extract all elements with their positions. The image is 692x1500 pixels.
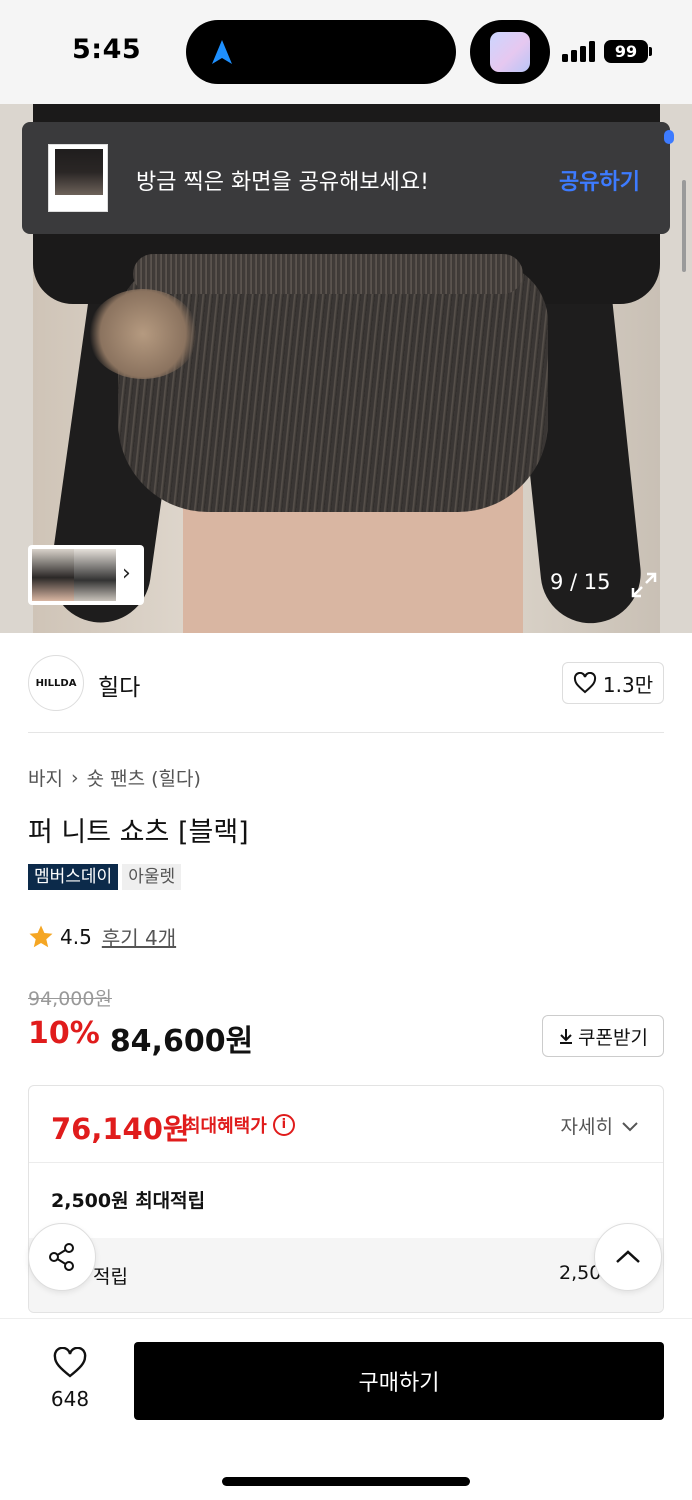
navigation-arrow-icon <box>212 40 232 64</box>
coupon-label: 쿠폰받기 <box>578 1026 648 1049</box>
chevron-up-icon <box>616 1250 640 1263</box>
divider <box>28 732 664 733</box>
buy-button[interactable]: 구매하기 <box>134 1342 664 1420</box>
detail-toggle[interactable]: 자세히 <box>561 1112 639 1139</box>
benefit-header[interactable]: 76,140원 최대혜택가 i 자세히 <box>29 1086 663 1163</box>
max-benefit-price: 76,140원 <box>51 1112 190 1146</box>
scroll-top-fab[interactable] <box>594 1223 662 1291</box>
reviews-link[interactable]: 후기 4개 <box>102 922 176 951</box>
home-indicator <box>222 1477 470 1486</box>
badge-list: 멤버스데이 아울렛 <box>28 864 182 890</box>
brand-like-count: 1.3만 <box>602 672 654 697</box>
sale-price: 84,600원 <box>109 1024 254 1059</box>
breadcrumb-subcategory[interactable]: 숏 팬츠 (힐다) <box>87 764 201 791</box>
badge-outlet: 아울렛 <box>122 864 182 890</box>
rating-score: 4.5 <box>60 924 92 949</box>
points-row: 적립 2,50 <box>29 1238 663 1312</box>
share-fab[interactable] <box>28 1223 96 1291</box>
screenshot-thumbnail <box>48 144 108 212</box>
thumbnail-image[interactable] <box>32 549 74 601</box>
brand-like-button[interactable]: 1.3만 <box>562 662 664 704</box>
status-bar: 5:45 99 <box>0 0 692 104</box>
breadcrumb-category[interactable]: 바지 <box>28 764 63 791</box>
battery-indicator: 99 <box>604 40 648 63</box>
app-thumbnail-icon <box>490 32 530 72</box>
points-row-label: 적립 <box>93 1266 128 1288</box>
scroll-dot <box>664 130 674 144</box>
live-activity-pill <box>470 20 550 84</box>
benefit-box: 76,140원 최대혜택가 i 자세히 2,500원 최대적립 적립 2,50 <box>28 1085 664 1313</box>
expand-icon[interactable] <box>624 565 664 605</box>
chevron-right-icon: › <box>122 561 131 586</box>
wishlist-button[interactable]: 648 <box>40 1346 100 1411</box>
detail-label: 자세히 <box>560 1116 613 1138</box>
brand-name[interactable]: 힐다 <box>98 668 140 702</box>
gallery-counter: 9 / 15 <box>550 570 611 594</box>
discount-rate: 10% <box>28 1016 100 1051</box>
product-title: 퍼 니트 쇼츠 [블랙] <box>28 817 249 848</box>
heart-icon <box>53 1346 87 1378</box>
original-price: 94,000원 <box>28 988 112 1010</box>
max-benefit-text: 최대혜택가 <box>184 1116 267 1137</box>
rating-row: 4.5 후기 4개 <box>28 922 176 951</box>
thumbnail-image[interactable] <box>74 549 116 601</box>
bottom-action-bar: 648 구매하기 <box>0 1318 692 1500</box>
badge-members-day: 멤버스데이 <box>28 864 119 890</box>
max-points: 2,500원 최대적립 <box>51 1190 206 1212</box>
share-toast: 방금 찍은 화면을 공유해보세요! 공유하기 <box>22 122 670 234</box>
dynamic-island <box>186 20 456 84</box>
breadcrumb: 바지 › 숏 팬츠 (힐다) <box>28 764 201 791</box>
max-benefit-label: 최대혜택가 i <box>184 1112 295 1138</box>
brand-logo[interactable]: HILLDA <box>28 655 84 711</box>
wishlist-count: 648 <box>50 1387 90 1411</box>
cellular-signal-icon <box>562 40 598 62</box>
thumbnail-strip[interactable]: › <box>28 545 144 605</box>
info-icon[interactable]: i <box>272 1114 295 1136</box>
price-row: 10% 84,600원 <box>28 1016 253 1060</box>
battery-tip-icon <box>649 47 652 56</box>
scrollbar[interactable] <box>682 180 686 272</box>
chevron-down-icon <box>622 1121 638 1131</box>
share-button[interactable]: 공유하기 <box>559 164 640 196</box>
download-icon <box>560 1029 573 1044</box>
status-time: 5:45 <box>72 34 142 65</box>
coupon-button[interactable]: 쿠폰받기 <box>542 1015 664 1057</box>
share-icon <box>49 1243 74 1271</box>
star-icon <box>29 925 53 947</box>
chevron-right-icon: › <box>70 766 79 789</box>
heart-icon <box>573 672 596 694</box>
toast-message: 방금 찍은 화면을 공유해보세요! <box>136 170 429 195</box>
